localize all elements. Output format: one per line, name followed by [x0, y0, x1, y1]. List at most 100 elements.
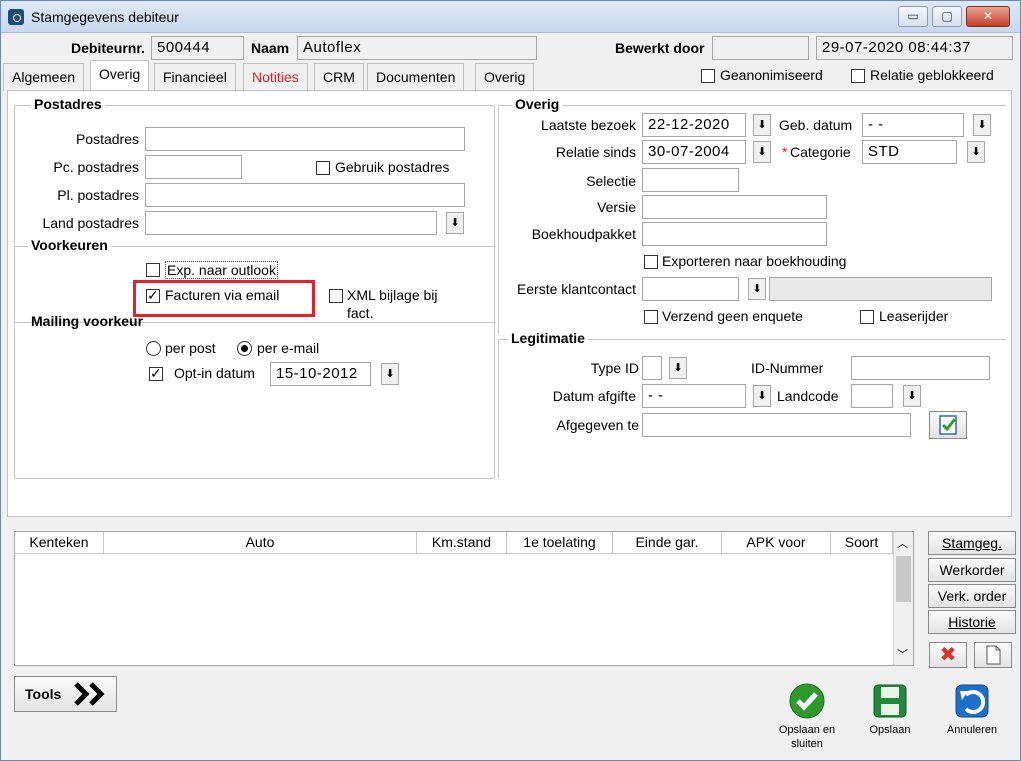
type-id-field[interactable] [642, 356, 662, 380]
column-header-apk-voor[interactable]: APK voor [722, 532, 831, 554]
tab-crm[interactable]: CRM [314, 63, 364, 91]
gebruik-postadres-label: Gebruik postadres [335, 159, 450, 175]
close-button[interactable]: ✕ [966, 6, 1010, 27]
xml-bijlage-checkbox[interactable] [329, 289, 343, 303]
selectie-input[interactable] [642, 168, 739, 192]
id-nummer-input[interactable] [851, 356, 990, 380]
opslaan-label: Opslaan [869, 724, 911, 736]
datetime-field[interactable]: 29-07-2020 08:44:37 [816, 36, 1013, 60]
verzend-enquete-label: Verzend geen enquete [662, 308, 803, 324]
categorie-dropdown-icon[interactable]: ⬇ [967, 141, 985, 163]
debiteurnr-field[interactable]: 500444 [151, 36, 244, 60]
exp-outlook-checkbox[interactable] [146, 263, 160, 277]
land-postadres-select[interactable] [145, 211, 437, 235]
tab-algemeen[interactable]: Algemeen [3, 63, 85, 91]
landcode-field[interactable] [851, 384, 893, 408]
relatie-sinds-field[interactable]: 30-07-2004 [642, 140, 746, 164]
optin-checkbox[interactable] [149, 365, 163, 381]
boekhoudpakket-input[interactable] [642, 222, 827, 246]
laatste-bezoek-dropdown-icon[interactable]: ⬇ [753, 114, 771, 136]
annuleren-button[interactable] [954, 683, 990, 719]
postadres-label: Postadres [75, 131, 139, 147]
type-id-dropdown-icon[interactable]: ⬇ [669, 357, 687, 379]
column-header-1e-toelating[interactable]: 1e toelating [507, 532, 613, 554]
type-id-label: Type ID [590, 360, 639, 376]
geb-datum-field[interactable]: - - [862, 113, 964, 137]
postadres-input[interactable] [145, 127, 465, 151]
optin-label: Opt-in datum [174, 365, 255, 381]
per-email-radio[interactable] [237, 341, 252, 356]
scroll-thumb[interactable] [896, 556, 911, 602]
land-postadres-dropdown-icon[interactable]: ⬇ [446, 212, 464, 234]
relatie-sinds-label: Relatie sinds [555, 144, 636, 160]
versie-label: Versie [597, 199, 636, 215]
stamgeg-button-label: Stamgeg. [942, 535, 1002, 551]
categorie-required-marker: * [782, 144, 788, 160]
tab-documenten[interactable]: Documenten [367, 63, 465, 91]
geanonimiseerd-checkbox[interactable] [701, 69, 715, 83]
bewerkt-door-field[interactable] [712, 36, 809, 60]
opslaan-en-sluiten-button[interactable] [789, 683, 825, 719]
historie-button[interactable]: Historie [928, 610, 1016, 634]
datum-afgifte-label: Datum afgifte [552, 388, 636, 404]
tab-overig-active[interactable]: Overig [90, 60, 150, 90]
laatste-bezoek-label: Laatste bezoek [541, 117, 636, 133]
datum-afgifte-field[interactable]: - - [642, 384, 746, 408]
per-post-label: per post [165, 340, 216, 356]
tab-financieel[interactable]: Financieel [154, 63, 236, 91]
delete-x-button[interactable]: ✖ [929, 642, 967, 668]
stamgeg-button[interactable]: Stamgeg. [928, 531, 1016, 555]
leaserijder-checkbox[interactable] [860, 310, 874, 324]
column-header-auto[interactable]: Auto [104, 532, 417, 554]
geb-datum-label: Geb. datum [779, 117, 853, 133]
per-post-radio[interactable] [146, 341, 161, 356]
werkorder-button[interactable]: Werkorder [928, 558, 1016, 582]
naam-field[interactable]: Autoflex [297, 36, 537, 60]
column-header-einde-gar[interactable]: Einde gar. [613, 532, 722, 554]
optin-date-field[interactable]: 15-10-2012 [270, 362, 371, 386]
tab-overig-2[interactable]: Overig [475, 63, 535, 91]
column-header-kmstand[interactable]: Km.stand [417, 532, 507, 554]
column-header-soort[interactable]: Soort [831, 532, 893, 554]
laatste-bezoek-field[interactable]: 22-12-2020 [642, 113, 746, 137]
relatie-sinds-dropdown-icon[interactable]: ⬇ [753, 141, 771, 163]
eerste-klantcontact-field[interactable] [642, 277, 739, 301]
optin-date-dropdown-icon[interactable]: ⬇ [381, 363, 399, 385]
scroll-down-icon[interactable]: ﹀ [897, 646, 908, 662]
pc-postadres-input[interactable] [145, 155, 242, 179]
annuleren-label: Annuleren [946, 724, 998, 736]
categorie-field[interactable]: STD [862, 140, 957, 164]
naam-label: Naam [251, 40, 290, 56]
maximize-button[interactable]: ▢ [932, 6, 962, 27]
datum-afgifte-dropdown-icon[interactable]: ⬇ [753, 385, 771, 407]
debiteur-window: Stamgegevens debiteur ▭ ▢ ✕ Debiteurnr. … [0, 0, 1021, 761]
floppy-save-icon [873, 684, 907, 718]
verzend-enquete-checkbox[interactable] [644, 310, 658, 324]
column-header-kenteken[interactable]: Kenteken [15, 532, 104, 554]
scroll-up-icon[interactable]: ︿ [897, 535, 908, 551]
pl-postadres-input[interactable] [145, 183, 465, 207]
tools-button[interactable]: Tools [14, 676, 117, 712]
selectie-label: Selectie [586, 173, 636, 189]
opslaan-button[interactable] [872, 683, 908, 719]
minimize-button[interactable]: ▭ [898, 6, 928, 27]
geb-datum-dropdown-icon[interactable]: ⬇ [973, 114, 991, 136]
relatie-geblokkeerd-checkbox[interactable] [851, 69, 865, 83]
gebruik-postadres-checkbox[interactable] [316, 161, 330, 175]
eerste-klantcontact-dropdown-icon[interactable]: ⬇ [748, 278, 766, 300]
afgegeven-te-input[interactable] [642, 413, 911, 437]
confirm-check-button[interactable] [929, 411, 967, 439]
geanonimiseerd-label: Geanonimiseerd [720, 67, 823, 83]
boekhoudpakket-label: Boekhoudpakket [531, 226, 636, 242]
exporteren-checkbox[interactable] [644, 255, 658, 269]
tab-notities[interactable]: Notities [243, 63, 308, 91]
versie-input[interactable] [642, 195, 827, 219]
verk-order-button-label: Verk. order [937, 588, 1007, 604]
undo-arrow-icon [955, 684, 989, 718]
table-scrollbar[interactable]: ︿ ﹀ [893, 532, 913, 665]
double-chevron-right-icon [74, 682, 105, 706]
verk-order-button[interactable]: Verk. order [928, 584, 1016, 608]
new-document-button[interactable] [974, 642, 1012, 668]
landcode-dropdown-icon[interactable]: ⬇ [903, 385, 921, 407]
delete-x-icon: ✖ [939, 644, 957, 666]
